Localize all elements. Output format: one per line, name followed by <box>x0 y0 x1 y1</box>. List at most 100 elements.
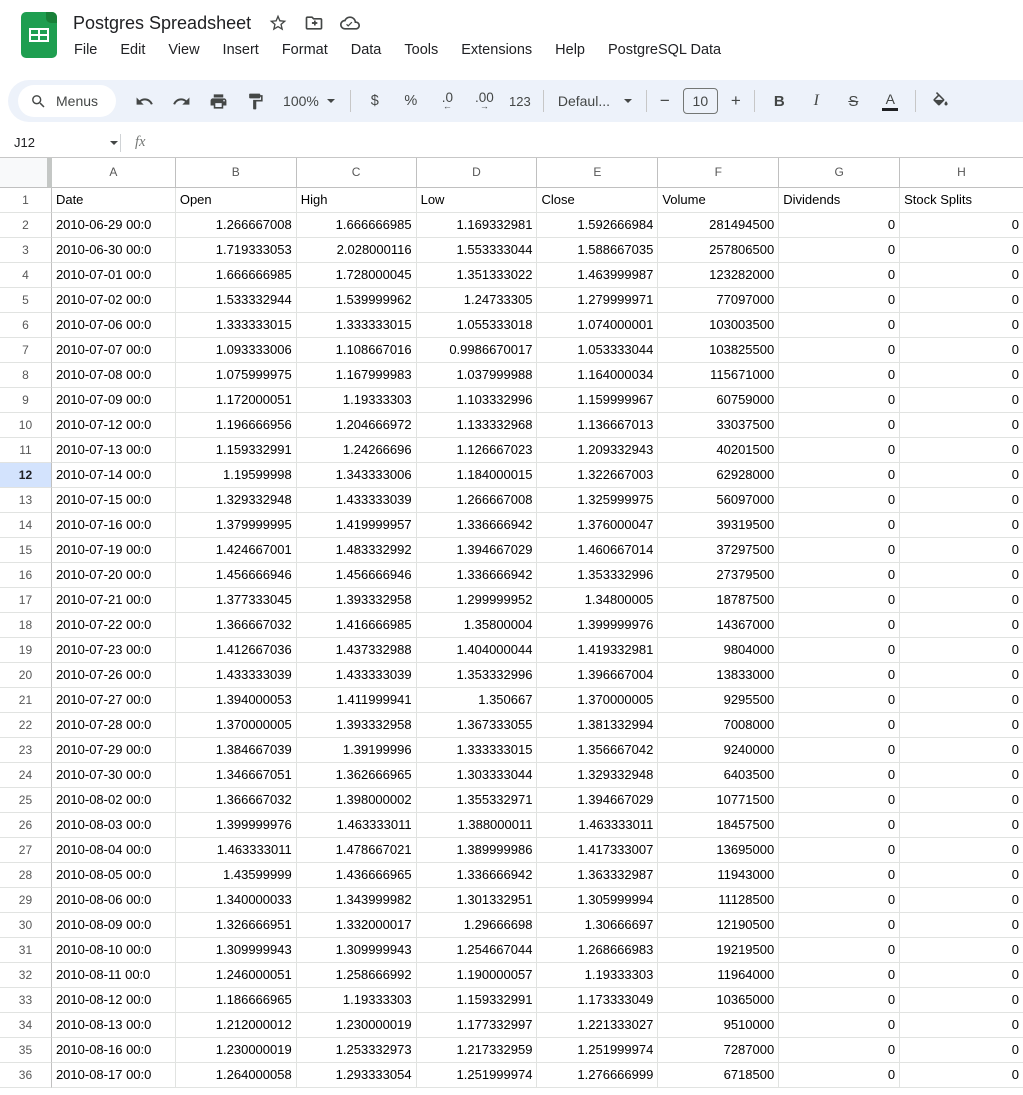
cell-E25[interactable]: 1.394667029 <box>537 788 658 813</box>
row-header-18[interactable]: 18 <box>0 613 52 638</box>
italic-button[interactable]: I <box>798 85 835 117</box>
cell-A16[interactable]: 2010-07-20 00:0 <box>52 563 176 588</box>
cell-F24[interactable]: 6403500 <box>658 763 779 788</box>
cell-C5[interactable]: 1.539999962 <box>297 288 417 313</box>
cell-F25[interactable]: 10771500 <box>658 788 779 813</box>
cell-B26[interactable]: 1.399999976 <box>176 813 297 838</box>
cell-G19[interactable]: 0 <box>779 638 900 663</box>
cell-H27[interactable]: 0 <box>900 838 1023 863</box>
column-header-F[interactable]: F <box>658 158 779 188</box>
cell-C12[interactable]: 1.343333006 <box>297 463 417 488</box>
row-header-2[interactable]: 2 <box>0 213 52 238</box>
cell-F29[interactable]: 11128500 <box>658 888 779 913</box>
cell-H4[interactable]: 0 <box>900 263 1023 288</box>
cell-B4[interactable]: 1.666666985 <box>176 263 297 288</box>
cell-E14[interactable]: 1.376000047 <box>537 513 658 538</box>
cell-F3[interactable]: 257806500 <box>658 238 779 263</box>
cell-E4[interactable]: 1.463999987 <box>537 263 658 288</box>
cell-G32[interactable]: 0 <box>779 963 900 988</box>
cell-G28[interactable]: 0 <box>779 863 900 888</box>
cell-D8[interactable]: 1.037999988 <box>417 363 538 388</box>
cell-H29[interactable]: 0 <box>900 888 1023 913</box>
cell-C16[interactable]: 1.456666946 <box>297 563 417 588</box>
cell-H25[interactable]: 0 <box>900 788 1023 813</box>
cell-G31[interactable]: 0 <box>779 938 900 963</box>
cell-D12[interactable]: 1.184000015 <box>417 463 538 488</box>
cell-A28[interactable]: 2010-08-05 00:0 <box>52 863 176 888</box>
cell-H2[interactable]: 0 <box>900 213 1023 238</box>
cell-A21[interactable]: 2010-07-27 00:0 <box>52 688 176 713</box>
cell-G16[interactable]: 0 <box>779 563 900 588</box>
cell-E29[interactable]: 1.305999994 <box>537 888 658 913</box>
cell-G4[interactable]: 0 <box>779 263 900 288</box>
cell-A5[interactable]: 2010-07-02 00:0 <box>52 288 176 313</box>
cell-H34[interactable]: 0 <box>900 1013 1023 1038</box>
row-header-24[interactable]: 24 <box>0 763 52 788</box>
cell-C24[interactable]: 1.362666965 <box>297 763 417 788</box>
name-box[interactable]: J12 <box>0 128 118 157</box>
cell-F2[interactable]: 281494500 <box>658 213 779 238</box>
cell-F18[interactable]: 14367000 <box>658 613 779 638</box>
cell-C29[interactable]: 1.343999982 <box>297 888 417 913</box>
cell-F15[interactable]: 37297500 <box>658 538 779 563</box>
cell-D16[interactable]: 1.336666942 <box>417 563 538 588</box>
cell-A10[interactable]: 2010-07-12 00:0 <box>52 413 176 438</box>
cell-A18[interactable]: 2010-07-22 00:0 <box>52 613 176 638</box>
cell-H16[interactable]: 0 <box>900 563 1023 588</box>
cell-C31[interactable]: 1.309999943 <box>297 938 417 963</box>
cell-C20[interactable]: 1.433333039 <box>297 663 417 688</box>
cloud-status-icon[interactable] <box>339 12 361 34</box>
cell-B19[interactable]: 1.412667036 <box>176 638 297 663</box>
cell-G33[interactable]: 0 <box>779 988 900 1013</box>
cell-H31[interactable]: 0 <box>900 938 1023 963</box>
cell-B16[interactable]: 1.456666946 <box>176 563 297 588</box>
row-header-19[interactable]: 19 <box>0 638 52 663</box>
select-all-corner[interactable] <box>0 158 52 188</box>
cell-C30[interactable]: 1.332000017 <box>297 913 417 938</box>
cell-G18[interactable]: 0 <box>779 613 900 638</box>
cell-D36[interactable]: 1.251999974 <box>417 1063 538 1088</box>
cell-D4[interactable]: 1.351333022 <box>417 263 538 288</box>
cell-B13[interactable]: 1.329332948 <box>176 488 297 513</box>
row-header-21[interactable]: 21 <box>0 688 52 713</box>
cell-F17[interactable]: 18787500 <box>658 588 779 613</box>
row-header-11[interactable]: 11 <box>0 438 52 463</box>
cell-H23[interactable]: 0 <box>900 738 1023 763</box>
zoom-control[interactable]: 100% <box>274 93 344 109</box>
cell-G6[interactable]: 0 <box>779 313 900 338</box>
cell-H18[interactable]: 0 <box>900 613 1023 638</box>
redo-button[interactable] <box>163 85 200 117</box>
format-currency-button[interactable]: $ <box>357 85 393 117</box>
cell-E17[interactable]: 1.34800005 <box>537 588 658 613</box>
cell-H3[interactable]: 0 <box>900 238 1023 263</box>
cell-G15[interactable]: 0 <box>779 538 900 563</box>
star-icon[interactable] <box>267 12 289 34</box>
cell-B25[interactable]: 1.366667032 <box>176 788 297 813</box>
cell-H6[interactable]: 0 <box>900 313 1023 338</box>
row-header-8[interactable]: 8 <box>0 363 52 388</box>
cell-A34[interactable]: 2010-08-13 00:0 <box>52 1013 176 1038</box>
cell-F1[interactable]: Volume <box>658 188 779 213</box>
cell-E22[interactable]: 1.381332994 <box>537 713 658 738</box>
cell-B31[interactable]: 1.309999943 <box>176 938 297 963</box>
cell-C28[interactable]: 1.436666965 <box>297 863 417 888</box>
cell-F20[interactable]: 13833000 <box>658 663 779 688</box>
cell-B24[interactable]: 1.346667051 <box>176 763 297 788</box>
column-header-B[interactable]: B <box>176 158 297 188</box>
document-title[interactable]: Postgres Spreadsheet <box>73 13 251 34</box>
cell-B21[interactable]: 1.394000053 <box>176 688 297 713</box>
cell-C15[interactable]: 1.483332992 <box>297 538 417 563</box>
cell-F9[interactable]: 60759000 <box>658 388 779 413</box>
cell-C6[interactable]: 1.333333015 <box>297 313 417 338</box>
cell-C21[interactable]: 1.411999941 <box>297 688 417 713</box>
increase-decimal-button[interactable]: .00→ <box>466 85 503 117</box>
cell-B23[interactable]: 1.384667039 <box>176 738 297 763</box>
cell-D10[interactable]: 1.133332968 <box>417 413 538 438</box>
cell-A4[interactable]: 2010-07-01 00:0 <box>52 263 176 288</box>
cell-A30[interactable]: 2010-08-09 00:0 <box>52 913 176 938</box>
cell-E31[interactable]: 1.268666983 <box>537 938 658 963</box>
cell-G5[interactable]: 0 <box>779 288 900 313</box>
cell-C1[interactable]: High <box>297 188 417 213</box>
cell-E18[interactable]: 1.399999976 <box>537 613 658 638</box>
cell-E8[interactable]: 1.164000034 <box>537 363 658 388</box>
